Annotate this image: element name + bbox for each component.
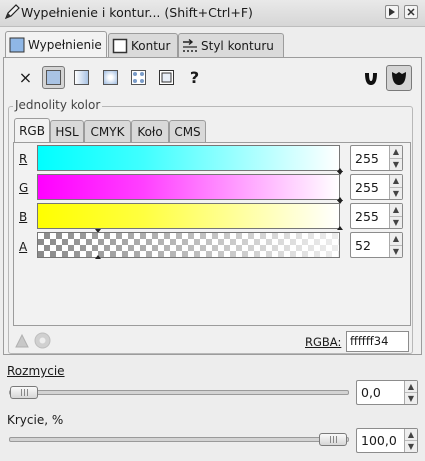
title-bar: Wypełnienie i kontur... (Shift+Ctrl+F) [0,0,425,27]
flat-color-button[interactable] [42,66,65,89]
tab-rgb[interactable]: RGB [14,118,50,143]
solid-color-frame-label: Jednolity kolor [13,98,103,112]
unset-paint-icon: ? [189,68,200,87]
opacity-label: Krycie, % [7,413,64,427]
alpha-increment-button[interactable]: ▲ [390,233,402,245]
radial-gradient-button[interactable] [99,66,122,89]
stroke-style-icon [183,38,197,52]
fill-icon [9,37,25,53]
tab-stroke-style-label: Styl konturu [201,38,274,53]
red-increment-button[interactable]: ▲ [390,146,402,158]
window-menu-button[interactable] [385,5,399,19]
tab-wheel[interactable]: Koło [131,120,169,142]
tab-cmyk-label: CMYK [90,124,125,139]
red-decrement-button[interactable]: ▼ [390,157,402,171]
blue-spinbox[interactable]: 255 ▲ ▼ [350,203,403,229]
tab-cmyk[interactable]: CMYK [84,120,131,142]
green-increment-button[interactable]: ▲ [390,175,402,187]
green-label: G [19,181,29,195]
blue-slider-marker-bottom [337,226,343,230]
blur-slider-track[interactable] [9,390,349,395]
swatch-button[interactable] [155,66,178,89]
alpha-decrement-button[interactable]: ▼ [390,244,402,258]
color-managed-icon[interactable] [34,332,51,349]
tab-wheel-label: Koło [137,124,163,139]
green-slider[interactable] [37,174,340,200]
red-label: R [19,152,28,166]
alpha-value: 52 [355,237,371,253]
blue-value: 255 [355,208,379,224]
blur-label: Rozmycie [7,364,65,378]
tab-hsl-label: HSL [55,124,79,139]
evenodd-fill-icon [365,73,377,85]
tab-rgb-label: RGB [19,124,45,138]
pattern-button[interactable] [127,66,150,89]
blue-increment-button[interactable]: ▲ [390,204,402,216]
red-slider[interactable] [37,145,340,171]
opacity-increment-button[interactable]: ▲ [405,429,417,440]
rgba-label: RGBA: [305,335,342,349]
rgba-input[interactable]: ffffff34 [346,331,409,352]
tab-hsl[interactable]: HSL [50,120,84,142]
tab-cms-label: CMS [174,124,201,139]
blue-decrement-button[interactable]: ▼ [390,215,402,229]
menu-triangle-icon [389,8,395,16]
blur-decrement-button[interactable]: ▼ [405,392,417,404]
alpha-spinbox[interactable]: 52 ▲ ▼ [350,232,403,258]
alpha-slider-marker-bottom [95,255,101,259]
tab-stroke-paint-label: Kontur [131,38,171,53]
opacity-slider-track[interactable] [9,437,349,442]
pencil-icon [4,4,20,20]
blur-value: 0,0 [361,385,381,400]
linear-gradient-icon [74,70,89,85]
tab-stroke-style[interactable]: Styl konturu [178,33,284,57]
tab-cms[interactable]: CMS [169,120,206,142]
opacity-slider-thumb[interactable] [319,433,347,446]
linear-gradient-button[interactable] [70,66,93,89]
no-paint-icon: × [18,68,33,87]
flat-color-icon [46,70,61,85]
radial-gradient-icon [103,70,118,85]
blur-increment-button[interactable]: ▲ [405,381,417,392]
tab-stroke-paint[interactable]: Kontur [108,33,178,57]
alpha-slider[interactable] [37,232,340,258]
green-spinbox[interactable]: 255 ▲ ▼ [350,174,403,200]
window-close-button[interactable] [404,5,418,19]
blue-slider[interactable] [37,203,340,229]
blur-slider-thumb[interactable] [10,386,38,399]
green-value: 255 [355,179,379,195]
alpha-label: A [19,240,28,254]
nonzero-fill-icon [392,72,406,85]
evenodd-fill-button[interactable] [359,66,383,90]
red-spinbox[interactable]: 255 ▲ ▼ [350,145,403,171]
blur-spinbox[interactable]: 0,0 ▲ ▼ [356,380,418,405]
opacity-value: 100,0 [361,433,397,448]
unset-paint-button[interactable]: ? [183,66,206,89]
green-decrement-button[interactable]: ▼ [390,186,402,200]
swatch-icon [159,70,174,85]
window-title: Wypełnienie i kontur... (Shift+Ctrl+F) [21,5,253,20]
blue-label: B [19,210,28,224]
red-value: 255 [355,150,379,166]
tab-fill-label: Wypełnienie [28,38,102,52]
stroke-paint-icon [112,38,128,53]
opacity-spinbox[interactable]: 100,0 ▲ ▼ [356,428,418,453]
no-paint-button[interactable]: × [14,66,37,89]
color-picker-icon[interactable] [14,333,30,349]
opacity-decrement-button[interactable]: ▼ [405,440,417,452]
tab-fill[interactable]: Wypełnienie [5,31,107,58]
pattern-icon [131,70,146,85]
nonzero-fill-button[interactable] [386,65,412,91]
close-icon [407,8,415,16]
